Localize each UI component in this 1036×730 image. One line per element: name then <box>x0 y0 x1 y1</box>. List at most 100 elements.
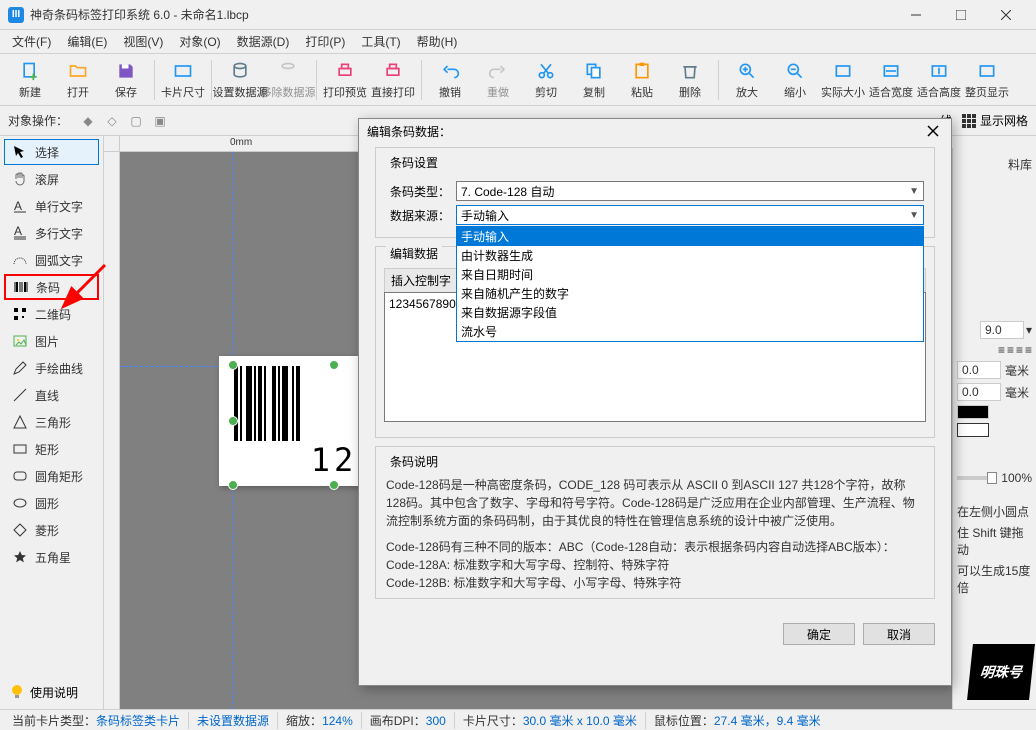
handle-bm[interactable] <box>329 480 339 490</box>
handle-ml[interactable] <box>228 416 238 426</box>
data-source-select[interactable]: 手动输入▼ 手动输入 由计数器生成 来自日期时间 来自随机产生的数字 来自数据源… <box>456 205 924 225</box>
print-icon <box>382 60 404 82</box>
zoom-out-icon <box>784 60 806 82</box>
tool-multi-text[interactable]: A多行文字 <box>4 220 99 246</box>
tool-circle[interactable]: 圆形 <box>4 490 99 516</box>
cancel-button[interactable]: 取消 <box>863 623 935 645</box>
menu-help[interactable]: 帮助(H) <box>409 30 466 53</box>
tool-line[interactable]: 直线 <box>4 382 99 408</box>
tool-diamond[interactable]: 菱形 <box>4 517 99 543</box>
align-icon[interactable]: ≡ <box>998 343 1005 357</box>
watermark: 明珠号 <box>967 644 1035 700</box>
card-size-button[interactable]: 卡片尺寸 <box>159 56 207 104</box>
tool-triangle[interactable]: 三角形 <box>4 409 99 435</box>
card-size-icon <box>172 60 194 82</box>
tool-rect[interactable]: 矩形 <box>4 436 99 462</box>
actual-size-button[interactable]: 实际大小 <box>819 56 867 104</box>
val1-input[interactable]: 0.0 <box>957 361 1001 379</box>
paste-icon <box>631 60 653 82</box>
qrcode-icon <box>11 306 29 322</box>
delete-button[interactable]: 删除 <box>666 56 714 104</box>
align-btn-2[interactable]: ◇ <box>101 110 123 132</box>
barcode-type-select[interactable]: 7. Code-128 自动▼ <box>456 181 924 201</box>
option-serial[interactable]: 流水号 <box>457 322 923 341</box>
barcode-description-group: 条码说明 Code-128码是一种高密度条码，CODE_128 码可表示从 AS… <box>375 446 935 599</box>
option-counter[interactable]: 由计数器生成 <box>457 246 923 265</box>
fit-width-button[interactable]: 适合宽度 <box>867 56 915 104</box>
color-swatch-2[interactable] <box>957 423 989 437</box>
ok-button[interactable]: 确定 <box>783 623 855 645</box>
main-toolbar: 新建 打开 保存 卡片尺寸 设置数据源 移除数据源 打印预览 直接打印 撤销 重… <box>0 54 1036 106</box>
menu-datasource[interactable]: 数据源(D) <box>229 30 298 53</box>
database-remove-icon <box>277 60 299 82</box>
opacity-slider[interactable] <box>957 476 997 480</box>
align-icon[interactable]: ≡ <box>1007 343 1014 357</box>
menu-print[interactable]: 打印(P) <box>297 30 353 53</box>
menu-file[interactable]: 文件(F) <box>4 30 59 53</box>
handle-tl[interactable] <box>228 360 238 370</box>
object-ops-label: 对象操作： <box>8 112 68 129</box>
fit-page-icon <box>976 60 998 82</box>
tool-qrcode[interactable]: 二维码 <box>4 301 99 327</box>
direct-print-button[interactable]: 直接打印 <box>369 56 417 104</box>
minimize-button[interactable] <box>893 0 938 30</box>
show-grid-toggle[interactable]: 显示网格 <box>980 112 1028 129</box>
tool-pan[interactable]: 滚屏 <box>4 166 99 192</box>
undo-button[interactable]: 撤销 <box>426 56 474 104</box>
print-preview-icon <box>334 60 356 82</box>
fit-width-icon <box>880 60 902 82</box>
status-datasource: 未设置数据源 <box>197 714 269 728</box>
copy-button[interactable]: 复制 <box>570 56 618 104</box>
option-random[interactable]: 来自随机产生的数字 <box>457 284 923 303</box>
option-manual[interactable]: 手动输入 <box>457 227 923 246</box>
align-btn-4[interactable]: ▣ <box>149 110 171 132</box>
font-size-input[interactable]: 9.0 <box>980 321 1024 339</box>
color-swatch-1[interactable] <box>957 405 989 419</box>
dialog-close-button[interactable] <box>923 121 943 141</box>
cut-button[interactable]: 剪切 <box>522 56 570 104</box>
handle-bl[interactable] <box>228 480 238 490</box>
tool-image[interactable]: 图片 <box>4 328 99 354</box>
save-icon <box>115 60 137 82</box>
tool-select[interactable]: 选择 <box>4 139 99 165</box>
maximize-button[interactable] <box>938 0 983 30</box>
menu-object[interactable]: 对象(O) <box>171 30 228 53</box>
tool-arc-text[interactable]: 圆弧文字 <box>4 247 99 273</box>
align-icon[interactable]: ≡ <box>1025 343 1032 357</box>
fit-page-button[interactable]: 整页显示 <box>963 56 1011 104</box>
val2-input[interactable]: 0.0 <box>957 383 1001 401</box>
open-button[interactable]: 打开 <box>54 56 102 104</box>
tool-freehand[interactable]: 手绘曲线 <box>4 355 99 381</box>
align-icon[interactable]: ≡ <box>1016 343 1023 357</box>
new-button[interactable]: 新建 <box>6 56 54 104</box>
status-card-type: 条码标签类卡片 <box>96 714 180 728</box>
align-btn-3[interactable]: ▢ <box>125 110 147 132</box>
dialog-title: 编辑条码数据： <box>367 123 451 140</box>
close-button[interactable] <box>983 0 1028 30</box>
menubar: 文件(F) 编辑(E) 视图(V) 对象(O) 数据源(D) 打印(P) 工具(… <box>0 30 1036 54</box>
print-preview-button[interactable]: 打印预览 <box>321 56 369 104</box>
set-datasource-button[interactable]: 设置数据源 <box>216 56 264 104</box>
paste-button[interactable]: 粘贴 <box>618 56 666 104</box>
help-link[interactable]: 使用说明 <box>8 683 78 701</box>
handle-tm[interactable] <box>329 360 339 370</box>
align-btn-1[interactable]: ◆ <box>77 110 99 132</box>
zoom-in-button[interactable]: 放大 <box>723 56 771 104</box>
zoom-out-button[interactable]: 缩小 <box>771 56 819 104</box>
option-datasource-field[interactable]: 来自数据源字段值 <box>457 303 923 322</box>
menu-view[interactable]: 视图(V) <box>115 30 171 53</box>
tool-single-text[interactable]: A单行文字 <box>4 193 99 219</box>
tool-barcode[interactable]: 条码 <box>4 274 99 300</box>
menu-tools[interactable]: 工具(T) <box>353 30 408 53</box>
trash-icon <box>679 60 701 82</box>
svg-text:A: A <box>14 225 22 238</box>
tool-roundrect[interactable]: 圆角矩形 <box>4 463 99 489</box>
menu-edit[interactable]: 编辑(E) <box>59 30 115 53</box>
remove-datasource-button[interactable]: 移除数据源 <box>264 56 312 104</box>
redo-button[interactable]: 重做 <box>474 56 522 104</box>
option-datetime[interactable]: 来自日期时间 <box>457 265 923 284</box>
fit-height-button[interactable]: 适合高度 <box>915 56 963 104</box>
tool-star[interactable]: 五角星 <box>4 544 99 570</box>
chevron-down-icon: ▼ <box>909 186 919 197</box>
save-button[interactable]: 保存 <box>102 56 150 104</box>
